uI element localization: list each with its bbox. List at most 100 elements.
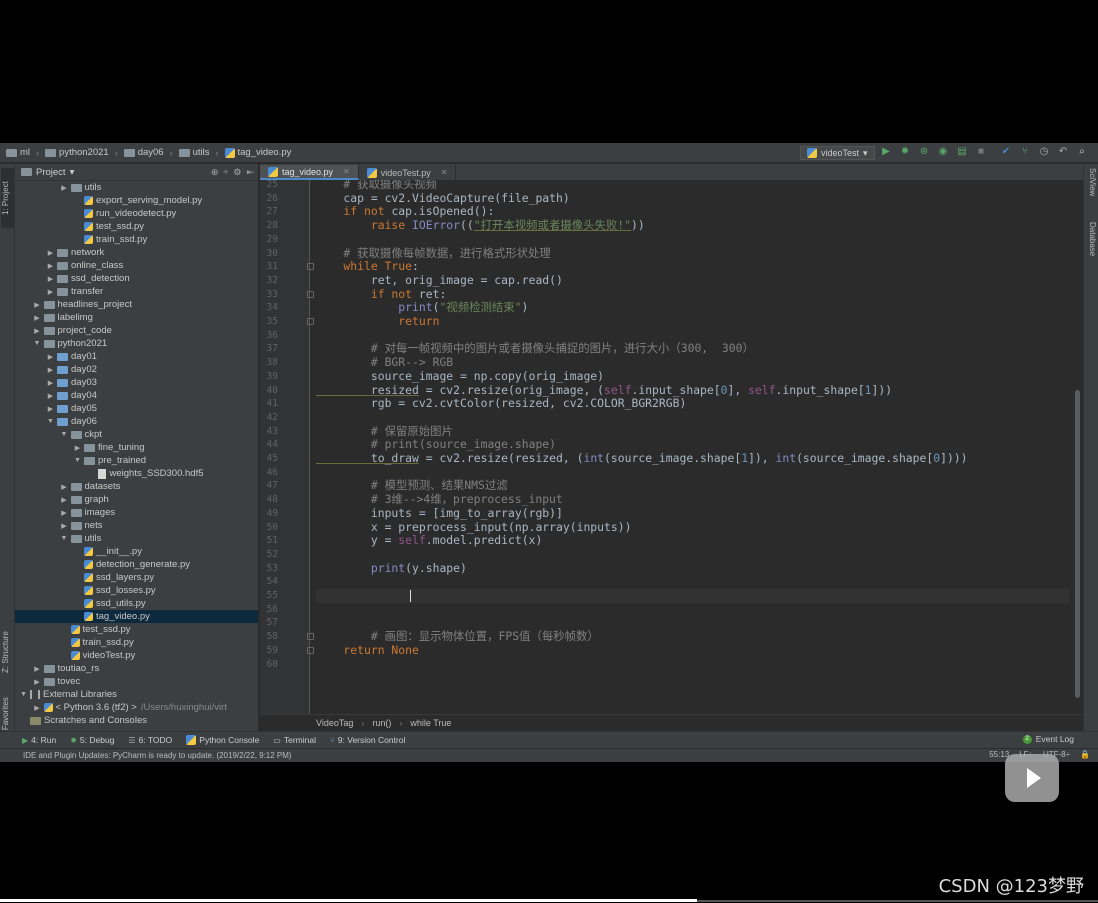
code-line[interactable]: raise IOError(("打开本视频或者摄像头失败!"))	[316, 218, 645, 233]
tool-version-control[interactable]: ⑂ 9: Version Control	[330, 735, 405, 745]
code-line[interactable]: return	[316, 314, 439, 329]
code-editor[interactable]: 25 26 27 28 29 30 31 32 33 34 35 36 37 38 39 40 41 42 43 44…	[260, 180, 1083, 714]
vcs-update-icon[interactable]: ✔	[1000, 146, 1012, 158]
chevron-right-icon[interactable]: ▶	[60, 496, 69, 504]
tree-item[interactable]: __init__.py	[15, 545, 258, 558]
fold-marker-icon[interactable]	[307, 646, 314, 654]
tool-python-console[interactable]: Python Console	[186, 735, 259, 745]
tree-item[interactable]: ▶ images	[15, 506, 258, 519]
code-line[interactable]: # 画图：显示物体位置，FPS值（每秒帧数）	[316, 629, 599, 644]
tree-item[interactable]: run_videodetect.py	[15, 207, 258, 220]
tree-item[interactable]: ssd_utils.py	[15, 597, 258, 610]
chevron-down-icon[interactable]: ▼	[73, 457, 82, 464]
tree-item[interactable]: ▼ External Libraries	[15, 688, 258, 701]
tree-item[interactable]: test_ssd.py	[15, 623, 258, 636]
tab-database[interactable]: Database	[1084, 222, 1097, 276]
tree-item[interactable]: ▶ project_code	[15, 324, 258, 337]
chevron-right-icon[interactable]: ▶	[46, 262, 55, 270]
chevron-right-icon[interactable]: ▶	[33, 314, 42, 322]
coverage-icon[interactable]: ⊛	[918, 146, 930, 158]
code-line[interactable]: return None	[316, 643, 418, 658]
chevron-right-icon[interactable]: ▶	[60, 184, 69, 192]
code-line[interactable]: # 对每一帧视频中的图片或者摄像头捕捉的图片，进行大小（300, 300）	[316, 342, 754, 356]
breadcrumb-item[interactable]: tag_video.py	[224, 147, 291, 158]
event-log-button[interactable]: 2 Event Log	[1022, 734, 1074, 744]
chevron-down-icon[interactable]: ▼	[19, 691, 28, 698]
tree-item[interactable]: tag_video.py	[15, 610, 258, 623]
tree-item[interactable]: ▶ day04	[15, 389, 258, 402]
code-line[interactable]: y = self.model.predict(x)	[316, 533, 542, 548]
close-icon[interactable]: ✕	[441, 168, 448, 177]
tree-item[interactable]: ▶ nets	[15, 519, 258, 532]
tab-video-test[interactable]: videoTest.py ✕	[359, 165, 457, 180]
tree-item[interactable]: ▶ toutiao_rs	[15, 662, 258, 675]
tree-item[interactable]: ▼ ckpt	[15, 428, 258, 441]
tree-item[interactable]: ▶ day02	[15, 363, 258, 376]
tree-item[interactable]: ▶ utils	[15, 181, 258, 194]
code-line[interactable]: cap = cv2.VideoCapture(file_path)	[316, 191, 569, 206]
tree-item[interactable]: ▼ python2021	[15, 337, 258, 350]
code-line[interactable]: print("视频检测结束")	[316, 300, 528, 315]
tab-tag-video[interactable]: tag_video.py ✕	[260, 165, 359, 180]
code-line[interactable]: while True:	[316, 259, 418, 274]
tree-item[interactable]: detection_generate.py	[15, 558, 258, 571]
tree-item[interactable]: Scratches and Consoles	[15, 714, 258, 727]
breadcrumb-item[interactable]: day06	[123, 147, 164, 158]
hide-icon[interactable]: ⇤	[246, 167, 254, 178]
lock-icon[interactable]: 🔒	[1080, 750, 1090, 759]
breadcrumb-block[interactable]: while True	[410, 718, 451, 728]
tree-item[interactable]: ▶ headlines_project	[15, 298, 258, 311]
chevron-right-icon[interactable]: ▶	[60, 509, 69, 517]
tool-todo[interactable]: ☰ 6: TODO	[128, 735, 172, 745]
fold-marker-icon[interactable]	[307, 318, 314, 325]
tool-terminal[interactable]: ▭ Terminal	[273, 735, 316, 745]
code-line[interactable]: # 保留原始图片	[316, 424, 453, 439]
chevron-right-icon[interactable]: ▶	[33, 678, 42, 686]
fold-marker-icon[interactable]	[307, 290, 314, 298]
chevron-right-icon[interactable]: ▶	[33, 704, 42, 712]
run-configuration-select[interactable]: videoTest ▾	[800, 146, 875, 160]
play-icon[interactable]	[1005, 754, 1059, 802]
tree-item[interactable]: ▶ day01	[15, 350, 258, 363]
chevron-right-icon[interactable]: ▶	[33, 327, 42, 335]
chevron-right-icon[interactable]: ▶	[46, 249, 55, 257]
tree-item[interactable]: weights_SSD300.hdf5	[15, 467, 258, 480]
tree-item[interactable]: ▶ network	[15, 246, 258, 259]
code-line[interactable]: # 3维-->4维，preprocess_input	[316, 492, 563, 507]
code-line[interactable]	[316, 589, 1069, 603]
code-line[interactable]: # BGR--> RGB	[316, 355, 453, 370]
chevron-right-icon[interactable]: ▶	[46, 288, 55, 296]
tree-item[interactable]: ▼ utils	[15, 532, 258, 545]
tree-item[interactable]: ▶ datasets	[15, 480, 258, 493]
tree-item[interactable]: videoTest.py	[15, 649, 258, 662]
code-line[interactable]: source_image = np.copy(orig_image)	[316, 369, 604, 384]
breadcrumb-item[interactable]: utils	[178, 147, 210, 158]
tree-item[interactable]: ▼ pre_trained	[15, 454, 258, 467]
code-line[interactable]: inputs = [img_to_array(rgb)]	[316, 506, 563, 521]
code-line[interactable]: to_draw = cv2.resize(resized, (int(sourc…	[316, 451, 968, 466]
breadcrumb-class[interactable]: VideoTag	[316, 718, 353, 728]
chevron-down-icon[interactable]: ▼	[46, 418, 55, 425]
chevron-right-icon[interactable]: ▶	[60, 522, 69, 530]
code-line[interactable]: resized = cv2.resize(orig_image, (self.i…	[316, 383, 892, 398]
chevron-down-icon[interactable]: ▼	[33, 340, 42, 347]
tree-item[interactable]: ssd_layers.py	[15, 571, 258, 584]
tree-item[interactable]: ▶ labelimg	[15, 311, 258, 324]
chevron-right-icon[interactable]: ▶	[33, 301, 42, 309]
code-line[interactable]: rgb = cv2.cvtColor(resized, cv2.COLOR_BG…	[316, 396, 686, 411]
code-area[interactable]: # 获取摄像头视频 cap = cv2.VideoCapture(file_pa…	[316, 180, 1069, 714]
editor-scrollbar[interactable]	[1075, 390, 1080, 698]
history-icon[interactable]: ◷	[1038, 146, 1050, 158]
close-icon[interactable]: ✕	[343, 167, 350, 176]
tree-item[interactable]: ▶ online_class	[15, 259, 258, 272]
fold-marker-icon[interactable]	[307, 263, 314, 271]
chevron-down-icon[interactable]: ▼	[60, 535, 69, 542]
tab-sciview[interactable]: SciView	[1084, 168, 1097, 212]
tree-item[interactable]: ssd_losses.py	[15, 584, 258, 597]
chevron-right-icon[interactable]: ▶	[46, 353, 55, 361]
debug-icon[interactable]: ✹	[899, 146, 911, 158]
concurrency-icon[interactable]: ▤	[956, 146, 968, 158]
tree-item[interactable]: ▶ fine_tuning	[15, 441, 258, 454]
tree-item[interactable]: train_ssd.py	[15, 636, 258, 649]
run-icon[interactable]: ▶	[880, 146, 892, 158]
